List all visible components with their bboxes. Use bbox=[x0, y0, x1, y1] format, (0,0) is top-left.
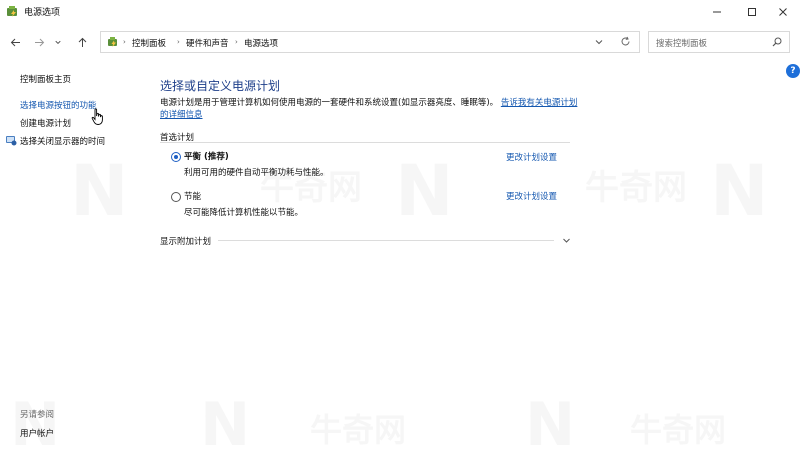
plan-desc-balanced: 利用可用的硬件自动平衡功耗与性能。 bbox=[184, 168, 329, 178]
power-options-icon bbox=[6, 5, 20, 19]
arrow-up-icon bbox=[78, 37, 86, 47]
refresh-icon bbox=[621, 36, 630, 46]
display-icon bbox=[5, 134, 17, 146]
title-bar: 电源选项 bbox=[0, 0, 800, 24]
divider bbox=[160, 142, 570, 143]
watermark: 牛奇网 bbox=[630, 405, 726, 450]
sidebar-link-display-off-time[interactable]: 选择关闭显示器的时间 bbox=[20, 135, 105, 147]
search-icon[interactable] bbox=[772, 37, 782, 47]
watermark: N bbox=[200, 390, 250, 450]
breadcrumb-separator-icon: › bbox=[123, 38, 126, 46]
show-additional-plans-toggle[interactable]: 显示附加计划 bbox=[160, 235, 211, 247]
user-accounts-link[interactable]: 用户帐户 bbox=[20, 427, 54, 439]
plan-radio-balanced[interactable] bbox=[171, 152, 181, 162]
control-panel-home-link[interactable]: 控制面板主页 bbox=[20, 73, 71, 85]
help-button[interactable]: ? bbox=[786, 64, 800, 78]
watermark: N bbox=[10, 390, 60, 450]
maximize-button[interactable] bbox=[735, 0, 769, 24]
change-plan-settings-power-saver-link[interactable]: 更改计划设置 bbox=[506, 190, 557, 202]
recent-locations-button[interactable] bbox=[53, 34, 63, 50]
maximize-icon bbox=[748, 8, 756, 16]
watermark: 牛奇网 bbox=[585, 160, 687, 209]
arrow-right-icon bbox=[34, 38, 44, 46]
description-text: 电源计划是用于管理计算机如何使用电源的一套硬件和系统设置(如显示器亮度、睡眠等)… bbox=[160, 98, 499, 108]
watermark: N bbox=[525, 390, 575, 450]
search-input[interactable]: 搜索控制面板 bbox=[656, 37, 707, 49]
expand-additional-plans-button[interactable] bbox=[562, 236, 571, 245]
close-button[interactable] bbox=[766, 0, 800, 24]
change-plan-settings-balanced-link[interactable]: 更改计划设置 bbox=[506, 151, 557, 163]
search-box[interactable]: 搜索控制面板 bbox=[648, 31, 790, 53]
address-history-button[interactable] bbox=[594, 37, 604, 47]
plan-name-power-saver[interactable]: 节能 bbox=[184, 190, 201, 202]
hand-cursor-icon bbox=[91, 108, 105, 126]
arrow-left-icon bbox=[10, 38, 20, 46]
watermark: 牛奇网 bbox=[310, 405, 406, 450]
breadcrumb-separator-icon: › bbox=[235, 38, 238, 46]
breadcrumb-hardware-sound[interactable]: 硬件和声音 bbox=[186, 37, 229, 49]
divider bbox=[218, 240, 554, 241]
refresh-button[interactable] bbox=[620, 36, 631, 47]
plan-name-balanced[interactable]: 平衡 (推荐) bbox=[184, 150, 229, 162]
minimize-button[interactable] bbox=[700, 0, 734, 24]
chevron-down-icon bbox=[563, 238, 570, 243]
sidebar-link-create-power-plan[interactable]: 创建电源计划 bbox=[20, 117, 71, 129]
window-title: 电源选项 bbox=[24, 8, 61, 18]
page-description: 电源计划是用于管理计算机如何使用电源的一套硬件和系统设置(如显示器亮度、睡眠等)… bbox=[160, 97, 580, 121]
forward-button[interactable] bbox=[31, 34, 47, 50]
page-title: 选择或自定义电源计划 bbox=[160, 79, 281, 93]
up-button[interactable] bbox=[74, 34, 90, 50]
chevron-down-icon bbox=[595, 40, 603, 45]
plan-desc-power-saver: 尽可能降低计算机性能以节能。 bbox=[184, 208, 304, 218]
minimize-icon bbox=[713, 11, 721, 13]
see-also-heading: 另请参阅 bbox=[20, 410, 55, 420]
watermark: N bbox=[710, 150, 769, 232]
watermark: N bbox=[70, 150, 129, 232]
chevron-down-icon bbox=[55, 40, 61, 44]
back-button[interactable] bbox=[7, 34, 23, 50]
breadcrumb-power-options[interactable]: 电源选项 bbox=[244, 37, 278, 49]
control-panel-icon bbox=[107, 36, 120, 49]
plan-radio-power-saver[interactable] bbox=[171, 192, 181, 202]
watermark: N bbox=[395, 150, 454, 232]
sidebar-link-power-button-function[interactable]: 选择电源按钮的功能 bbox=[20, 99, 97, 111]
close-icon bbox=[779, 8, 787, 16]
breadcrumb-control-panel[interactable]: 控制面板 bbox=[132, 37, 166, 49]
address-bar[interactable]: › 控制面板 › 硬件和声音 › 电源选项 bbox=[100, 31, 640, 53]
breadcrumb-separator-icon: › bbox=[177, 38, 180, 46]
